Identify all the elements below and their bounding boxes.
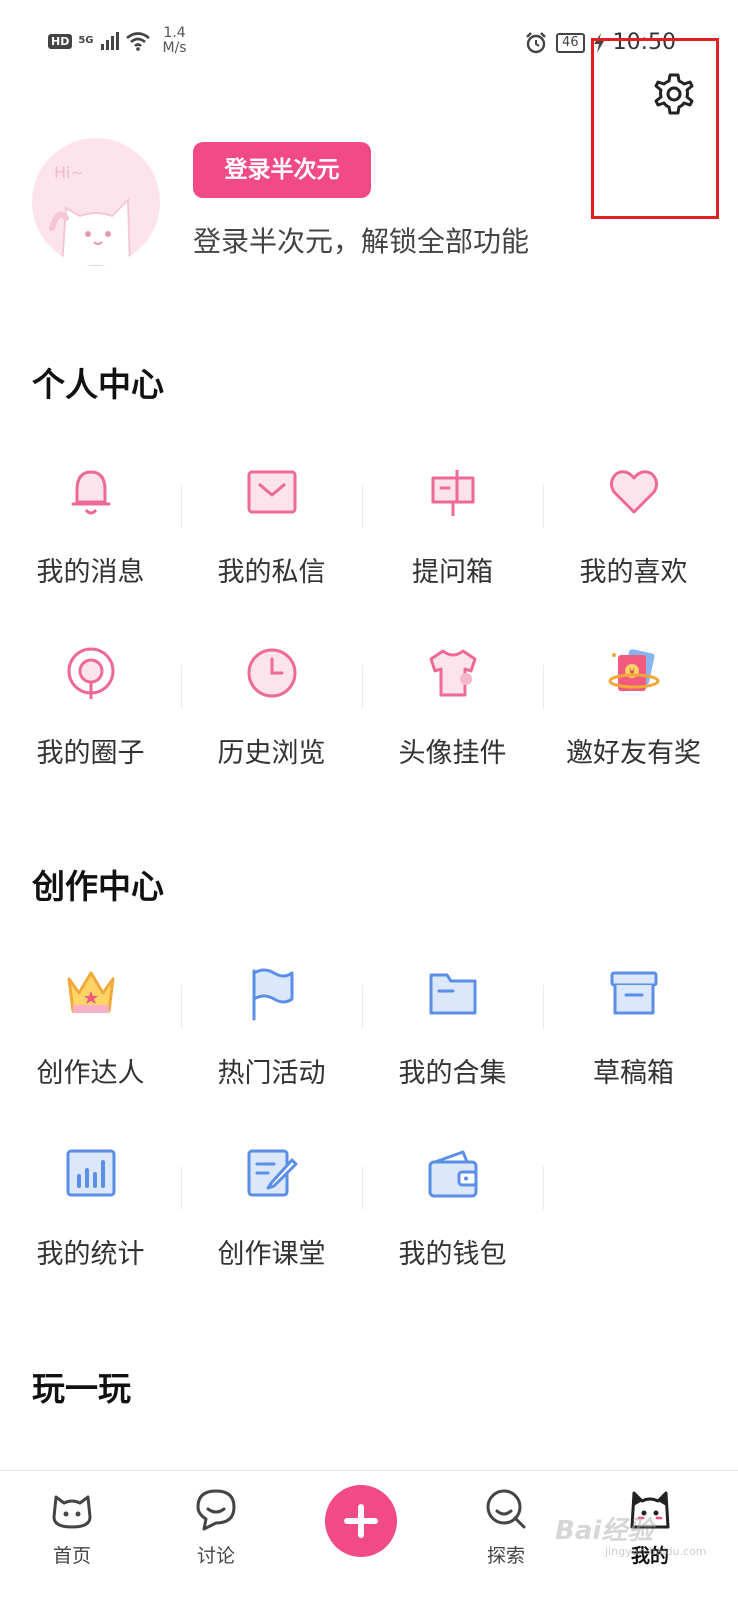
grid-label: 我的统计	[36, 1239, 145, 1270]
grid-item-my-collections[interactable]: 我的合集	[362, 965, 543, 1115]
grid-item-invite-friends[interactable]: ¥ 邀好友有奖	[543, 645, 724, 795]
plus-icon	[344, 1504, 378, 1538]
section-title-play: 玩一玩	[32, 1369, 131, 1408]
highlight-box	[591, 38, 719, 219]
grid-label: 热门活动	[217, 1058, 326, 1089]
battery-indicator: 46	[556, 32, 585, 53]
avatar[interactable]: Hi~	[32, 138, 160, 266]
signal-icon	[100, 32, 119, 50]
grid-item-my-circles[interactable]: 我的圈子	[0, 645, 181, 795]
tab-explore[interactable]: 探索	[456, 1471, 556, 1600]
section-title-creation-center: 创作中心	[32, 867, 164, 906]
alarm-icon	[526, 31, 546, 53]
circle-location-icon	[67, 647, 115, 699]
grid-label: 历史浏览	[217, 738, 326, 769]
speed-value: 1.4	[163, 25, 186, 41]
grid-label: 我的钱包	[398, 1239, 507, 1270]
tab-home[interactable]: 首页	[22, 1471, 122, 1600]
grid-label: 创作课堂	[217, 1239, 326, 1270]
hd-badge: HD	[48, 33, 73, 49]
grid-label: 我的喜欢	[579, 557, 688, 588]
grid-item-question-box[interactable]: 提问箱	[362, 464, 543, 614]
grid-item-avatar-frames[interactable]: 头像挂件	[362, 645, 543, 795]
watermark-url: jingyan.baidu.com	[605, 1545, 707, 1558]
grid-label: 我的合集	[398, 1058, 507, 1089]
grid-label: 我的私信	[217, 557, 326, 588]
tab-label: 讨论	[196, 1545, 235, 1567]
tab-discuss[interactable]: 讨论	[166, 1471, 266, 1600]
home-cat-icon	[52, 1495, 92, 1529]
heart-icon	[609, 470, 659, 514]
clock-icon	[247, 648, 297, 698]
divider	[543, 1166, 544, 1210]
bar-chart-icon	[66, 1149, 116, 1197]
grid-label: 提问箱	[412, 557, 493, 588]
gift-envelope-icon: ¥	[608, 649, 660, 691]
wallet-icon	[428, 1150, 478, 1198]
login-button[interactable]: 登录半次元	[193, 142, 371, 198]
flag-icon	[252, 968, 294, 1021]
grid-item-creator-expert[interactable]: 创作达人	[0, 965, 181, 1115]
wifi-icon	[125, 32, 150, 51]
grid-label: 邀好友有奖	[566, 738, 701, 769]
tab-label: 探索	[486, 1545, 525, 1567]
archive-box-icon	[610, 971, 658, 1015]
grid-label: 头像挂件	[398, 738, 507, 769]
grid-item-history[interactable]: 历史浏览	[181, 645, 362, 795]
bell-icon	[71, 470, 111, 515]
edit-document-icon	[247, 1149, 298, 1197]
grid-item-my-wallet[interactable]: 我的钱包	[362, 1146, 543, 1296]
section-title-personal-center: 个人中心	[32, 365, 164, 404]
crown-icon	[67, 971, 115, 1013]
chat-bubble-icon	[196, 1489, 236, 1531]
grid-item-creation-classroom[interactable]: 创作课堂	[181, 1146, 362, 1296]
grid-label: 我的圈子	[36, 738, 145, 769]
login-subtitle[interactable]: 登录半次元，解锁全部功能	[193, 220, 529, 260]
status-left: HD 5G 1.4 M/s	[48, 26, 187, 56]
network-type: 5G	[78, 35, 94, 46]
cat-mascot-icon: Hi~	[49, 163, 132, 266]
grid-label: 我的消息	[36, 557, 145, 588]
network-speed: 1.4 M/s	[163, 26, 187, 56]
tab-label: 首页	[52, 1545, 91, 1567]
grid-item-my-likes[interactable]: 我的喜欢	[543, 464, 724, 614]
grid-label: 草稿箱	[593, 1058, 674, 1089]
grid-item-my-messages[interactable]: 我的消息	[0, 464, 181, 614]
mailbox-icon	[431, 470, 475, 516]
create-post-button[interactable]	[325, 1485, 397, 1557]
tshirt-icon	[429, 649, 477, 697]
watermark: Bai经验	[555, 1516, 654, 1546]
grid-item-drafts[interactable]: 草稿箱	[543, 965, 724, 1115]
explore-search-icon	[486, 1489, 526, 1529]
grid-item-hot-events[interactable]: 热门活动	[181, 965, 362, 1115]
envelope-icon	[247, 470, 297, 514]
svg-text:Hi~: Hi~	[54, 163, 84, 182]
grid-item-private-messages[interactable]: 我的私信	[181, 464, 362, 614]
speed-unit: M/s	[162, 40, 187, 56]
folder-icon	[429, 973, 477, 1015]
grid-label: 创作达人	[36, 1058, 145, 1089]
grid-item-my-statistics[interactable]: 我的统计	[0, 1146, 181, 1296]
